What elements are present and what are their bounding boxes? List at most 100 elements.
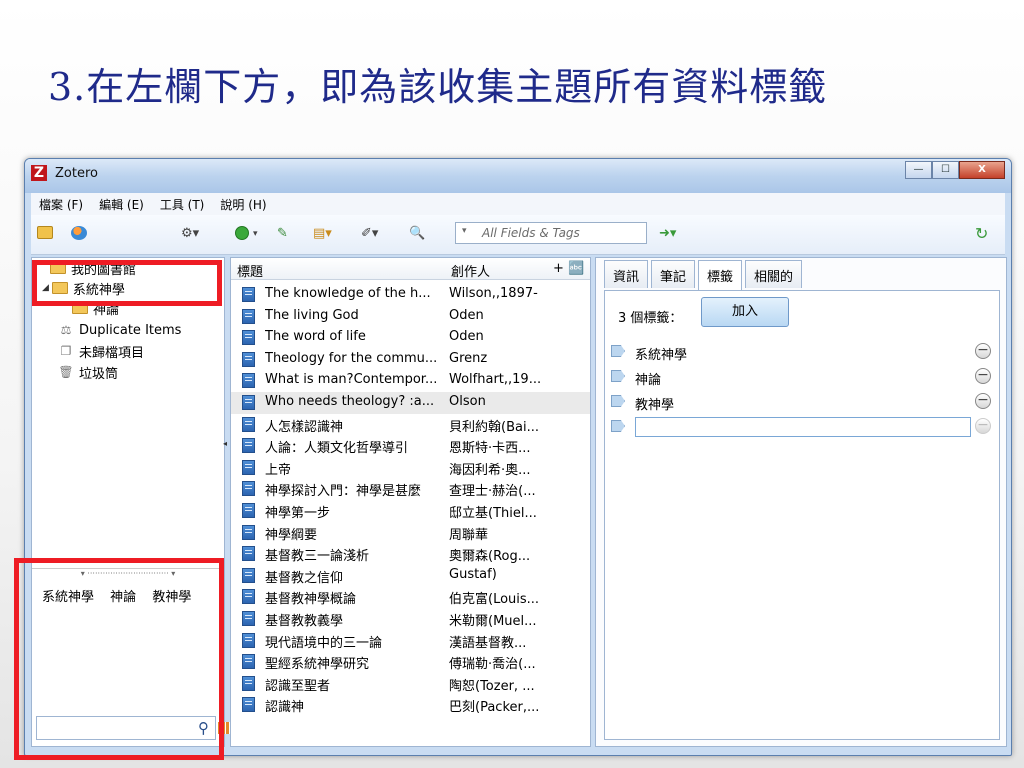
menu-help[interactable]: 說明 (H) xyxy=(212,196,274,213)
tab-info[interactable]: 資訊 xyxy=(604,260,649,288)
pane-splitter-handle[interactable]: ◂ xyxy=(223,439,227,448)
item-title: 神學探討入門：神學是甚麼 xyxy=(265,484,422,500)
column-title[interactable]: 標題 xyxy=(237,261,263,280)
minimize-button[interactable]: — xyxy=(905,161,932,179)
advanced-search-icon[interactable]: 🔍 xyxy=(409,226,425,242)
item-creator: 貝利約翰(Bai... xyxy=(449,419,539,435)
remove-tag-icon[interactable]: − xyxy=(975,343,991,359)
new-group-icon[interactable] xyxy=(71,226,87,240)
remove-tag-icon[interactable]: − xyxy=(975,418,991,434)
table-row[interactable]: 神學綱要 周聯華 xyxy=(231,522,590,544)
new-collection-icon[interactable] xyxy=(37,226,53,239)
zotero-window: Z Zotero — ☐ X 檔案 (F) 編輯 (E) 工具 (T) 說明 (… xyxy=(24,158,1012,756)
table-row[interactable]: 人論：人類文化哲學導引 恩斯特·卡西... xyxy=(231,435,590,457)
expand-caret-icon[interactable]: ◢ xyxy=(42,283,49,293)
trash-icon: 🗑 xyxy=(58,365,74,379)
item-creator: Grenz xyxy=(449,350,488,366)
duplicates-icon: ⚖ xyxy=(60,323,72,337)
table-row[interactable]: 基督教之信仰 Gustaf) xyxy=(231,565,590,587)
tab-notes[interactable]: 筆記 xyxy=(651,260,696,288)
book-icon xyxy=(242,654,255,670)
book-icon xyxy=(242,524,255,540)
table-row[interactable]: What is man?Contempor... Wolfhart,,19... xyxy=(231,370,590,392)
table-row[interactable]: 認識至聖者 陶恕(Tozer, ... xyxy=(231,673,590,695)
item-title: 人論：人類文化哲學導引 xyxy=(265,441,409,457)
menu-edit[interactable]: 編輯 (E) xyxy=(91,196,152,213)
table-row[interactable]: The word of life Oden xyxy=(231,327,590,349)
table-row[interactable]: 基督教教義學 米勒爾(Muel... xyxy=(231,608,590,630)
menu-tools[interactable]: 工具 (T) xyxy=(152,196,213,213)
book-icon xyxy=(242,395,255,410)
item-creator: 奧爾森(Rog... xyxy=(449,549,531,565)
table-row[interactable]: The living God Oden xyxy=(231,306,590,328)
table-row[interactable]: Who needs theology? :a... Olson xyxy=(231,392,590,414)
item-creator: 米勒爾(Muel... xyxy=(449,614,537,629)
add-tag-button[interactable]: 加入 xyxy=(701,297,789,327)
item-creator: Oden xyxy=(449,307,484,323)
tag-label[interactable]: 神論 xyxy=(635,369,661,388)
table-row[interactable]: 上帝 海因利希·奧... xyxy=(231,457,590,479)
table-row[interactable]: 現代語境中的三一論 漢語基督教... xyxy=(231,630,590,652)
book-icon xyxy=(242,546,255,562)
tree-item-my-library[interactable]: 我的圖書館 xyxy=(50,258,136,278)
item-title: What is man?Contempor... xyxy=(265,372,438,388)
tag-label[interactable]: 教神學 xyxy=(635,394,674,413)
search-input[interactable]: ▾ All Fields & Tags xyxy=(455,222,647,244)
table-row[interactable]: 基督教神學概論 伯克富(Louis... xyxy=(231,586,590,608)
table-row[interactable]: 聖經系統神學研究 傅瑞勒·喬治(... xyxy=(231,651,590,673)
tag-selector-splitter[interactable]: ▾ ································ ▾ xyxy=(32,568,224,578)
tags-tab-body: 3 個標籤： 加入 系統神學 − 神論 − 教神學 − − xyxy=(604,290,1000,740)
tag-cloud-item[interactable]: 神論 xyxy=(110,590,136,605)
attachment-icon[interactable]: ✐▾ xyxy=(361,226,378,242)
tab-tags[interactable]: 標籤 xyxy=(698,260,743,291)
tag-filter-input[interactable]: ⚲ xyxy=(36,716,216,740)
tree-item-duplicates[interactable]: ⚖ Duplicate Items xyxy=(58,320,182,340)
title-bar[interactable]: Z Zotero — ☐ X xyxy=(25,159,1011,193)
item-creator: 邸立基(Thiel... xyxy=(449,506,537,521)
new-tag-input[interactable] xyxy=(635,417,971,437)
remove-tag-icon[interactable]: − xyxy=(975,393,991,409)
tree-item-collection[interactable]: ◢ 系統神學 xyxy=(42,278,125,298)
table-row[interactable]: 基督教三一論淺析 奧爾森(Rog... xyxy=(231,543,590,565)
tag-row: 系統神學 − xyxy=(605,341,999,365)
maximize-button[interactable]: ☐ xyxy=(932,161,959,179)
column-picker-icon[interactable]: + 🔤 xyxy=(553,261,584,276)
table-row[interactable]: The knowledge of the h... Wilson,,1897- xyxy=(231,284,590,306)
table-row[interactable]: 人怎樣認識神 貝利約翰(Bai... xyxy=(231,414,590,436)
table-row[interactable]: 認識神 巴刻(Packer,... xyxy=(231,694,590,716)
new-note-icon[interactable]: ▤▾ xyxy=(313,226,332,242)
book-icon xyxy=(242,589,255,605)
item-title: The knowledge of the h... xyxy=(265,286,431,301)
tag-display-options-icon[interactable] xyxy=(218,722,230,734)
locate-icon[interactable]: ➜▾ xyxy=(659,226,676,242)
tab-related[interactable]: 相關的 xyxy=(745,260,803,288)
tag-label[interactable]: 系統神學 xyxy=(635,344,687,363)
book-icon xyxy=(242,287,255,302)
tag-cloud: 系統神學 神論 教神學 xyxy=(42,586,203,605)
book-icon xyxy=(242,330,255,346)
book-icon xyxy=(242,632,255,648)
column-creator[interactable]: 創作人 xyxy=(451,261,490,280)
table-row[interactable]: 神學第一步 邸立基(Thiel... xyxy=(231,500,590,522)
folder-icon xyxy=(72,302,88,314)
menu-file[interactable]: 檔案 (F) xyxy=(31,196,91,213)
actions-gear-icon[interactable]: ⚙▾ xyxy=(181,226,199,242)
tree-item-trash[interactable]: 🗑 垃圾筒 xyxy=(58,362,118,382)
tag-cloud-item[interactable]: 教神學 xyxy=(152,590,191,605)
tag-cloud-item[interactable]: 系統神學 xyxy=(42,590,94,605)
sync-icon[interactable]: ↻ xyxy=(975,226,988,242)
search-mode-icon[interactable]: ▾ xyxy=(462,226,467,236)
item-creator: 周聯華 xyxy=(449,527,489,543)
book-icon xyxy=(242,675,255,691)
slide-title: 3.在左欄下方，即為該收集主題所有資料標籤 xyxy=(48,65,828,109)
book-icon xyxy=(242,308,255,324)
add-by-identifier-icon[interactable]: ✎ xyxy=(277,226,288,242)
table-row[interactable]: 神學探討入門：神學是甚麼 查理士·赫治(... xyxy=(231,478,590,500)
tree-item-unfiled[interactable]: ❐ 未歸檔項目 xyxy=(58,341,144,361)
table-row[interactable]: Theology for the commu... Grenz xyxy=(231,349,590,371)
tree-item-subcollection[interactable]: 神論 xyxy=(72,298,119,318)
new-item-dropdown-icon[interactable]: ▾ xyxy=(253,226,258,242)
new-item-icon[interactable] xyxy=(235,226,249,240)
remove-tag-icon[interactable]: − xyxy=(975,368,991,384)
close-button[interactable]: X xyxy=(959,161,1005,179)
